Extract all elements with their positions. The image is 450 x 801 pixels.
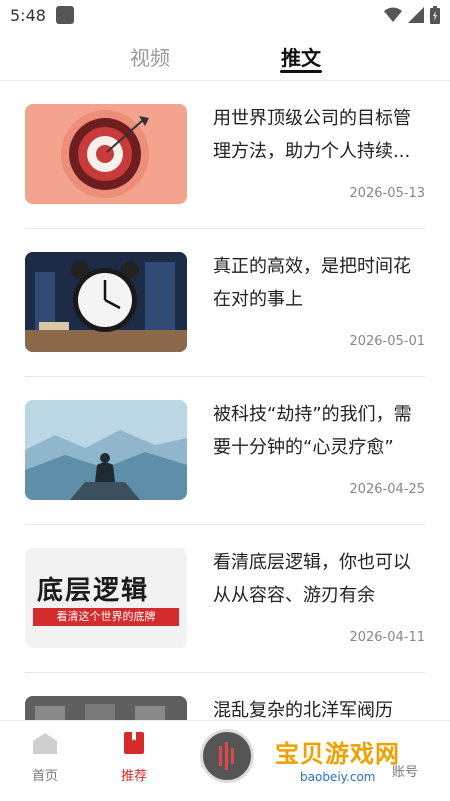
alarm-clock-image	[25, 252, 187, 352]
status-time: 5:48	[10, 6, 46, 25]
article-item[interactable]: 用世界顶级公司的目标管理方法，助力个人持续... 2026-05-13	[25, 80, 425, 229]
history-photo-image	[25, 696, 187, 720]
article-thumbnail	[25, 104, 187, 204]
battery-icon	[430, 6, 440, 24]
status-icons	[384, 6, 440, 24]
article-date: 2026-05-13	[349, 186, 425, 201]
nav-recommend[interactable]: 推荐	[104, 731, 164, 784]
article-item[interactable]: 真正的高效，是把时间花在对的事上 2026-05-01	[25, 228, 425, 377]
home-icon	[33, 733, 57, 754]
article-thumbnail	[25, 696, 187, 720]
nav-home-label: 首页	[31, 769, 58, 784]
article-title[interactable]: 真正的高效，是把时间花在对的事上	[213, 250, 425, 316]
nav-recommend-label: 推荐	[120, 769, 147, 784]
center-play-button[interactable]	[200, 729, 254, 783]
top-tabs: 视频 推文	[0, 32, 450, 81]
bottom-nav: 首页 推荐 账号 宝贝游戏网 baobeiy.com	[0, 720, 450, 801]
notification-app-icon	[56, 6, 74, 24]
article-item[interactable]: 混乱复杂的北洋军阀历	[25, 672, 425, 720]
tab-article[interactable]: 推文	[281, 42, 321, 71]
nav-home[interactable]: 首页	[15, 731, 75, 784]
article-thumbnail: 底层逻辑 看清这个世界的底牌	[25, 548, 187, 648]
article-item[interactable]: 底层逻辑 看清这个世界的底牌 看清底层逻辑，你也可以从从容容、游刃有余 2026…	[25, 524, 425, 673]
article-date: 2026-04-11	[349, 630, 425, 645]
book-icon	[124, 732, 144, 754]
wifi-icon	[384, 7, 402, 22]
article-title[interactable]: 用世界顶级公司的目标管理方法，助力个人持续...	[213, 102, 425, 168]
article-date: 2026-04-25	[349, 482, 425, 497]
article-title[interactable]: 混乱复杂的北洋军阀历	[213, 694, 425, 720]
audio-bars-icon	[219, 742, 234, 770]
article-item[interactable]: 被科技“劫持”的我们，需要十分钟的“心灵疗愈” 2026-04-25	[25, 376, 425, 525]
poster-subtitle: 看清这个世界的底牌	[33, 608, 179, 626]
article-thumbnail	[25, 252, 187, 352]
tab-video[interactable]: 视频	[130, 42, 170, 71]
target-image	[25, 104, 187, 204]
poster-title: 底层逻辑	[37, 576, 150, 606]
article-date: 2026-05-01	[349, 334, 425, 349]
article-title[interactable]: 被科技“劫持”的我们，需要十分钟的“心灵疗愈”	[213, 398, 425, 464]
active-tab-indicator	[280, 70, 322, 73]
status-bar: 5:48	[0, 0, 450, 32]
article-thumbnail	[25, 400, 187, 500]
article-list[interactable]: 用世界顶级公司的目标管理方法，助力个人持续... 2026-05-13 真正的高…	[0, 80, 450, 720]
article-title[interactable]: 看清底层逻辑，你也可以从从容容、游刃有余	[213, 546, 425, 612]
logic-poster-image: 底层逻辑 看清这个世界的底牌	[25, 548, 187, 648]
watermark-logo: 宝贝游戏网 baobeiy.com	[275, 726, 425, 796]
watermark-text: 宝贝游戏网	[275, 740, 400, 768]
watermark-url: baobeiy.com	[300, 770, 376, 784]
meditation-mountain-image	[25, 400, 187, 500]
signal-icon	[408, 7, 424, 23]
